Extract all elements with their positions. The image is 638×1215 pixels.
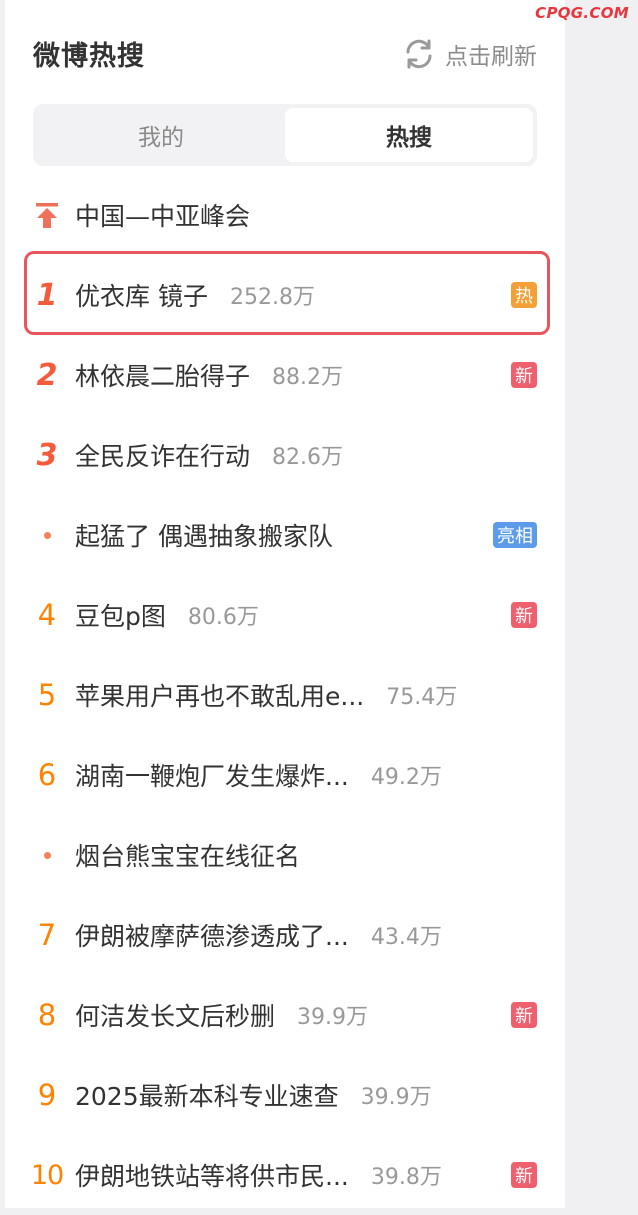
pin-top-icon bbox=[36, 203, 58, 228]
list-item-text: 何洁发长文后秒删 bbox=[75, 1002, 276, 1031]
tab-switcher: 我的 热搜 bbox=[33, 104, 537, 166]
list-item-text: 豆包p图 bbox=[75, 602, 166, 631]
list-item[interactable]: 8 何洁发长文后秒删 39.9万 新 bbox=[5, 975, 565, 1055]
highlight-box bbox=[24, 251, 550, 335]
list-item[interactable]: 7 伊朗被摩萨德渗透成了... 43.4万 bbox=[5, 895, 565, 975]
rank-cell: 8 bbox=[5, 998, 75, 1032]
list-item[interactable]: 9 2025最新本科专业速查 39.9万 bbox=[5, 1055, 565, 1135]
liangxiang-badge: 亮相 bbox=[493, 522, 537, 548]
list-item[interactable]: 10 伊朗地铁站等将供市民... 39.8万 新 bbox=[5, 1135, 565, 1215]
list-item-text: 烟台熊宝宝在线征名 bbox=[75, 842, 301, 871]
rank-cell bbox=[5, 200, 75, 230]
list-item-text: 湖南一鞭炮厂发生爆炸... bbox=[75, 762, 349, 791]
list-item-text: 伊朗被摩萨德渗透成了... bbox=[75, 922, 349, 951]
rank-cell: 3 bbox=[5, 438, 75, 473]
rank-cell: 5 bbox=[5, 678, 75, 712]
list-item-text: 中国—中亚峰会 bbox=[75, 202, 251, 231]
hot-count: 39.9万 bbox=[360, 1085, 432, 1110]
tab-hot-search[interactable]: 热搜 bbox=[285, 108, 533, 162]
rank-number: 5 bbox=[37, 678, 57, 712]
new-badge: 新 bbox=[511, 362, 537, 388]
list-item-text: 起猛了 偶遇抽象搬家队 bbox=[75, 522, 333, 551]
list-item-pinned[interactable]: 中国—中亚峰会 bbox=[5, 175, 565, 255]
new-badge: 新 bbox=[511, 1162, 537, 1188]
new-badge: 新 bbox=[511, 602, 537, 628]
rank-cell: 9 bbox=[5, 1078, 75, 1112]
rank-cell: 10 bbox=[5, 1160, 75, 1191]
list-item[interactable]: 5 苹果用户再也不敢乱用e... 75.4万 bbox=[5, 655, 565, 735]
list-item[interactable]: 6 湖南一鞭炮厂发生爆炸... 49.2万 bbox=[5, 735, 565, 815]
tab-mine[interactable]: 我的 bbox=[37, 108, 285, 162]
panel-header: 微博热搜 点击刷新 bbox=[5, 0, 565, 105]
rank-number: 2 bbox=[36, 357, 58, 393]
list-item-promoted[interactable]: 起猛了 偶遇抽象搬家队 亮相 bbox=[5, 495, 565, 575]
rank-cell: 6 bbox=[5, 758, 75, 792]
refresh-button[interactable]: 点击刷新 bbox=[401, 36, 537, 72]
list-item[interactable]: 2 林依晨二胎得子 88.2万 新 bbox=[5, 335, 565, 415]
rank-cell: 4 bbox=[5, 598, 75, 632]
rank-number: 6 bbox=[37, 758, 57, 792]
list-item-text: 全民反诈在行动 bbox=[75, 442, 251, 471]
rank-cell bbox=[5, 531, 75, 539]
hot-count: 75.4万 bbox=[386, 685, 458, 710]
list-item-text: 苹果用户再也不敢乱用e... bbox=[75, 682, 365, 711]
list-item-text: 伊朗地铁站等将供市民... bbox=[75, 1162, 349, 1191]
rank-number: 7 bbox=[37, 918, 57, 952]
rank-number: 3 bbox=[36, 437, 58, 473]
list-item-promoted[interactable]: 烟台熊宝宝在线征名 bbox=[5, 815, 565, 895]
hot-count: 88.2万 bbox=[272, 365, 344, 390]
rank-cell: 7 bbox=[5, 918, 75, 952]
rank-cell bbox=[5, 851, 75, 859]
hot-count: 49.2万 bbox=[370, 765, 442, 790]
hot-search-panel: 微博热搜 点击刷新 我的 热搜 中国—中亚峰会 1 优衣库 镜子 252.8万 … bbox=[5, 0, 565, 1208]
hot-count: 43.4万 bbox=[370, 925, 442, 950]
rank-cell: 2 bbox=[5, 358, 75, 393]
refresh-icon[interactable] bbox=[401, 36, 437, 72]
rank-number: 9 bbox=[37, 1078, 57, 1112]
list-item-text: 林依晨二胎得子 bbox=[75, 362, 251, 391]
list-item[interactable]: 3 全民反诈在行动 82.6万 bbox=[5, 415, 565, 495]
list-item[interactable]: 4 豆包p图 80.6万 新 bbox=[5, 575, 565, 655]
rank-number: 8 bbox=[37, 998, 57, 1032]
bullet-dot-icon bbox=[43, 531, 51, 539]
list-item-text: 2025最新本科专业速查 bbox=[75, 1082, 339, 1111]
rank-number: 4 bbox=[37, 598, 57, 632]
rank-number: 10 bbox=[30, 1159, 64, 1191]
hot-count: 39.9万 bbox=[297, 1005, 369, 1030]
bullet-dot-icon bbox=[43, 851, 51, 859]
hot-count: 80.6万 bbox=[187, 605, 259, 630]
hot-count: 82.6万 bbox=[272, 445, 344, 470]
panel-title: 微博热搜 bbox=[33, 41, 145, 72]
watermark-logo: CPQG.COM bbox=[535, 4, 629, 22]
new-badge: 新 bbox=[511, 1002, 537, 1028]
hot-count: 39.8万 bbox=[370, 1165, 442, 1190]
refresh-label: 点击刷新 bbox=[445, 44, 537, 70]
